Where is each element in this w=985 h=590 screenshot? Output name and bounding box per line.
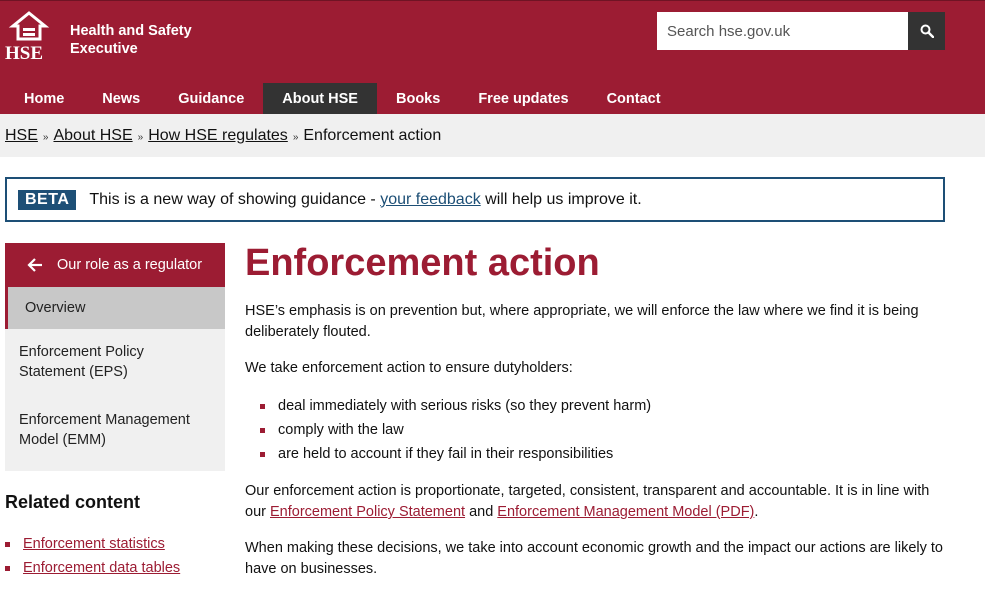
side-nav-emm[interactable]: Enforcement Management Model (EMM) [5, 397, 225, 471]
nav-free-updates[interactable]: Free updates [459, 83, 587, 115]
nav-contact[interactable]: Contact [588, 83, 680, 115]
main-nav: Home News Guidance About HSE Books Free … [5, 83, 680, 115]
bullet-icon [260, 403, 265, 409]
nav-home[interactable]: Home [5, 83, 83, 115]
list-item: comply with the law [260, 418, 945, 442]
svg-text:HSE: HSE [5, 43, 43, 61]
feedback-link[interactable]: your feedback [380, 191, 481, 208]
policy-paragraph: Our enforcement action is proportionate,… [245, 483, 930, 520]
breadcrumb-how-hse-regulates[interactable]: How HSE regulates [148, 127, 288, 145]
side-nav: Our role as a regulator Overview Enforce… [5, 243, 225, 471]
site-header: HSE Health and Safety Executive Home New… [0, 0, 985, 115]
emm-pdf-link[interactable]: Enforcement Management Model (PDF) [497, 504, 754, 520]
search-button[interactable] [908, 12, 945, 50]
breadcrumb-bar: HSE » About HSE » How HSE regulates » En… [0, 114, 985, 157]
breadcrumb-hse[interactable]: HSE [5, 127, 38, 145]
eps-link[interactable]: Enforcement Policy Statement [270, 504, 465, 520]
beta-tag: BETA [18, 189, 77, 210]
beta-text: This is a new way of showing guidance - … [89, 190, 642, 208]
nav-news[interactable]: News [83, 83, 159, 115]
main-content: Enforcement action HSE’s emphasis is on … [245, 240, 945, 590]
bullet-icon [260, 427, 265, 433]
side-nav-eps[interactable]: Enforcement Policy Statement (EPS) [5, 329, 225, 397]
bullet-icon [5, 541, 10, 547]
related-content-list: Enforcement statistics Enforcement data … [5, 532, 180, 580]
bullet-icon [260, 451, 265, 457]
related-link-enforcement-data-tables[interactable]: Enforcement data tables [23, 556, 180, 580]
breadcrumb-separator: » [292, 132, 299, 143]
page-title: Enforcement action [245, 242, 600, 284]
breadcrumb-separator: » [137, 132, 144, 143]
dutyholders-list: deal immediately with serious risks (so … [260, 394, 945, 466]
related-content-title: Related content [5, 492, 141, 512]
hse-logo-icon: HSE [5, 11, 50, 64]
hse-logo[interactable]: HSE [5, 11, 53, 64]
breadcrumb-separator: » [42, 132, 49, 143]
side-nav-header-label: Our role as a regulator [57, 257, 203, 273]
list-item: deal immediately with serious risks (so … [260, 394, 945, 418]
search-icon [920, 24, 934, 38]
arrow-left-icon [27, 258, 43, 272]
breadcrumb-about-hse[interactable]: About HSE [53, 127, 132, 145]
bullet-icon [5, 565, 10, 571]
economic-growth-paragraph: When making these decisions, we take int… [245, 540, 943, 577]
intro-paragraph: HSE’s emphasis is on prevention but, whe… [245, 303, 919, 340]
related-link-enforcement-statistics[interactable]: Enforcement statistics [23, 532, 165, 556]
side-nav-overview[interactable]: Overview [5, 287, 225, 329]
list-item: are held to account if they fail in thei… [260, 442, 945, 466]
org-name[interactable]: Health and Safety Executive [70, 22, 192, 58]
nav-guidance[interactable]: Guidance [159, 83, 263, 115]
nav-about-hse[interactable]: About HSE [263, 83, 377, 115]
beta-banner: BETA This is a new way of showing guidan… [5, 177, 945, 222]
search-input[interactable] [657, 12, 908, 50]
nav-books[interactable]: Books [377, 83, 459, 115]
breadcrumb-current: Enforcement action [303, 127, 442, 144]
list-item: Enforcement data tables [5, 556, 180, 580]
list-item: Enforcement statistics [5, 532, 180, 556]
dutyholders-paragraph: We take enforcement action to ensure dut… [245, 360, 573, 376]
breadcrumb: HSE » About HSE » How HSE regulates » En… [5, 127, 441, 145]
side-nav-back-button[interactable]: Our role as a regulator [5, 243, 225, 287]
